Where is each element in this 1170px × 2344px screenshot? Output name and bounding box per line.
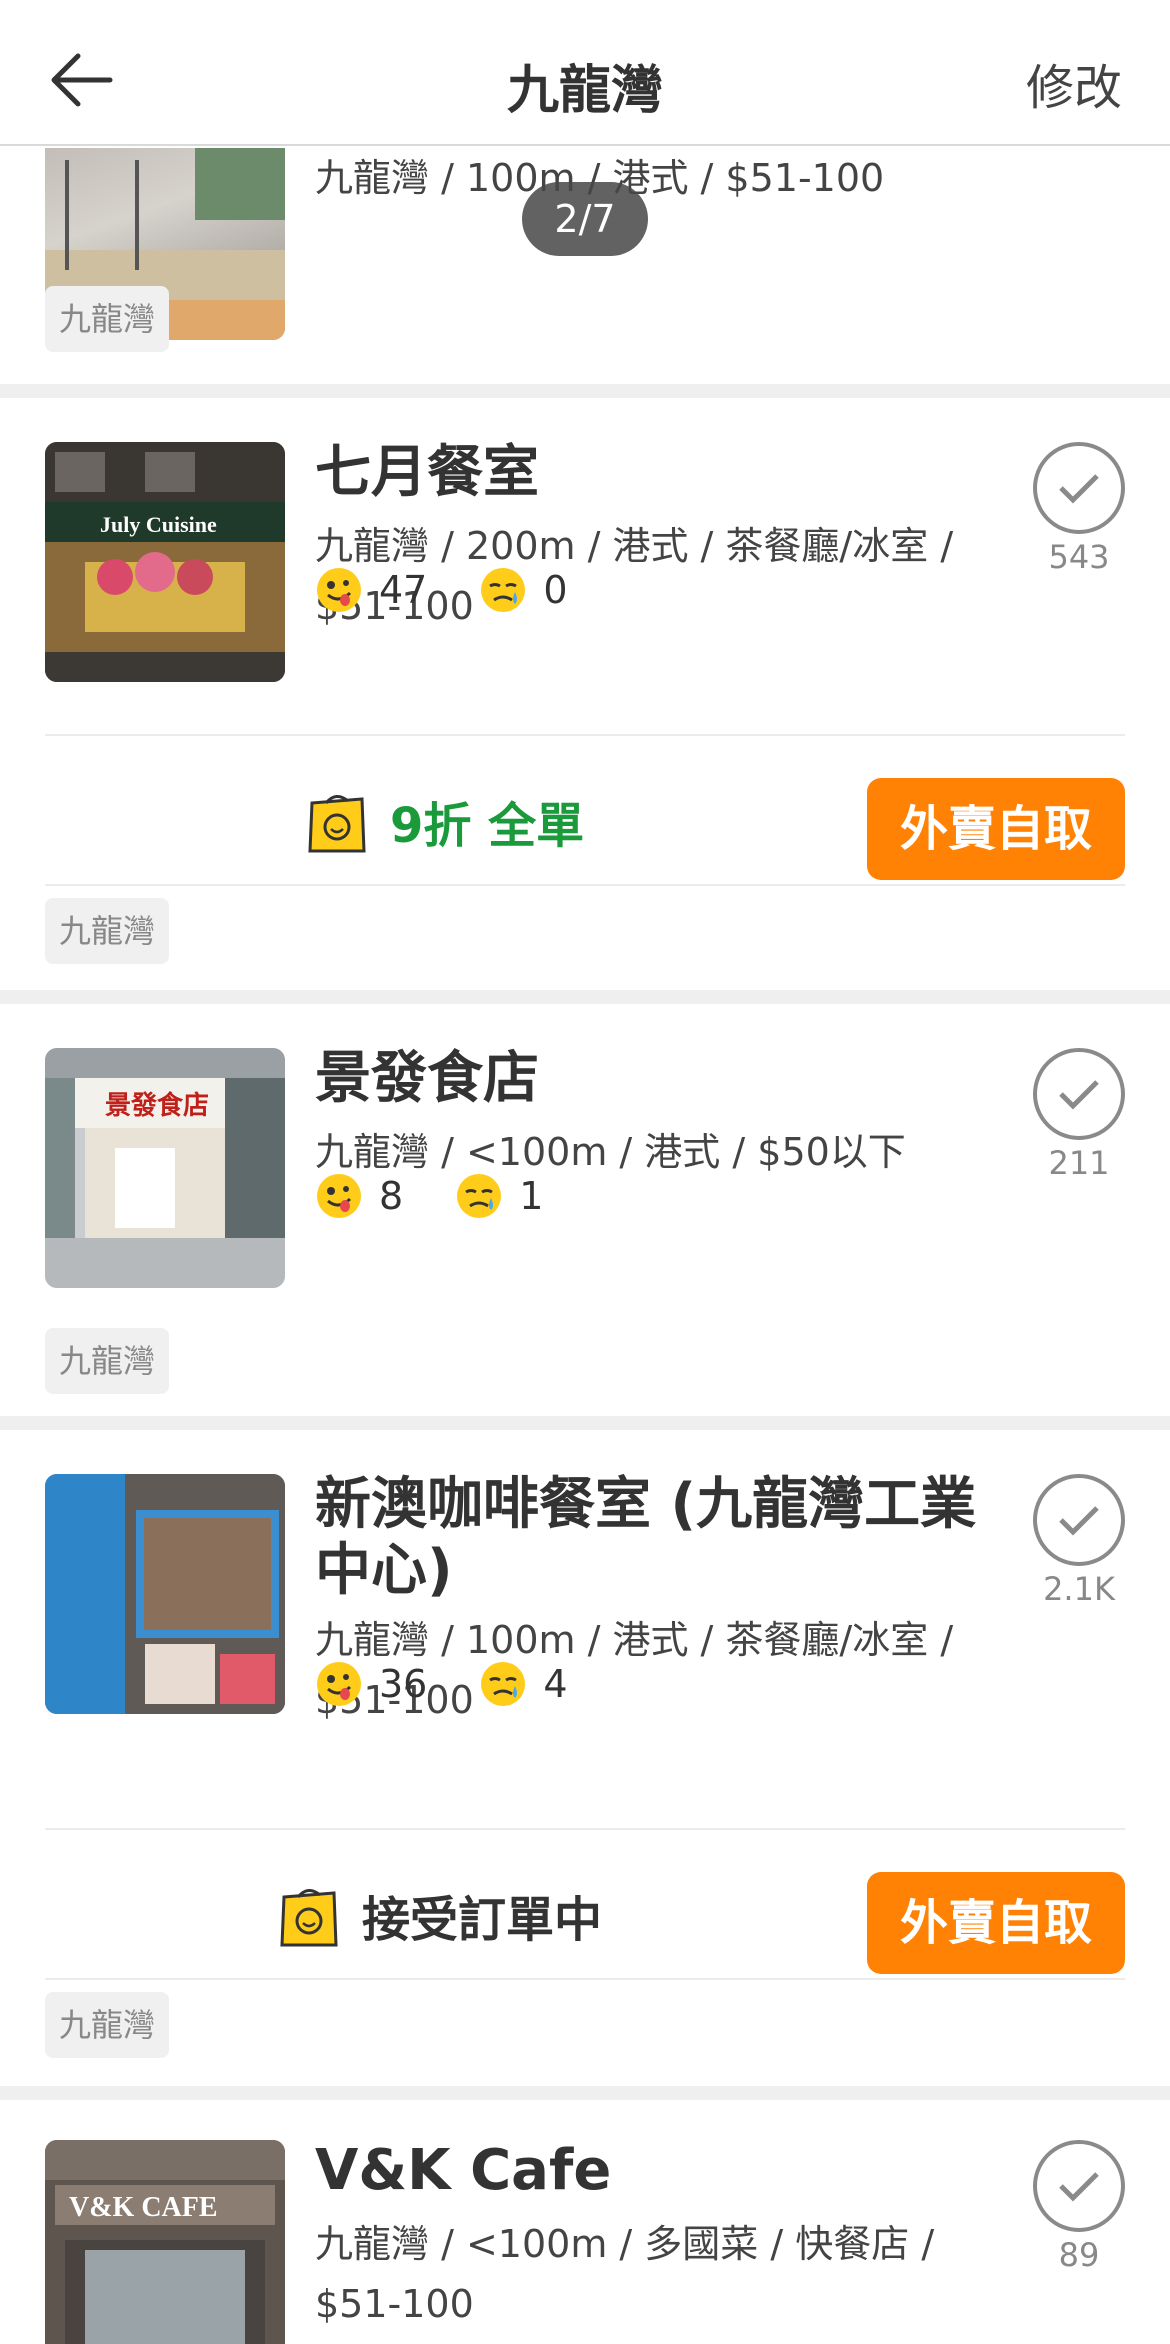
restaurant-name[interactable]: 新澳咖啡餐室 (九龍灣工業中心) xyxy=(315,1472,1015,1604)
divider xyxy=(45,884,1125,886)
restaurant-photo: 景發食店 xyxy=(45,1048,285,1288)
smile-face-icon xyxy=(317,1174,361,1218)
cry-count: 1 xyxy=(519,1174,544,1218)
cry-face-icon xyxy=(457,1174,502,1218)
promo-banner[interactable]: 9折 全單 xyxy=(306,786,584,856)
promo-banner[interactable]: 接受訂單中 xyxy=(278,1880,602,1950)
app-header: 九龍灣 修改 xyxy=(0,0,1170,146)
restaurant-photo: July Cuisine xyxy=(45,442,285,682)
restaurant-name[interactable]: 七月餐室 xyxy=(315,440,539,506)
card-separator xyxy=(0,1416,1170,1430)
restaurant-name[interactable]: V&K Cafe xyxy=(315,2138,611,2204)
check-icon xyxy=(1059,2172,1099,2202)
cry-face-icon xyxy=(481,1662,526,1706)
cry-face-icon xyxy=(481,568,526,612)
bookmark-button[interactable] xyxy=(1033,1048,1125,1140)
district-tag[interactable]: 九龍灣 xyxy=(45,286,170,352)
edit-button[interactable]: 修改 xyxy=(1026,48,1122,118)
restaurant-card[interactable]: July Cuisine 七月餐室 九龍灣 / 200m / 港式 / 茶餐廳/… xyxy=(0,398,1170,990)
district-tag[interactable]: 九龍灣 xyxy=(45,1992,170,2058)
photo-sign-text: 景發食店 xyxy=(105,1090,209,1121)
smile-count: 8 xyxy=(379,1174,404,1218)
restaurant-name[interactable]: 景發食店 xyxy=(315,1046,539,1112)
check-icon xyxy=(1059,1506,1099,1536)
bookmark-button[interactable] xyxy=(1033,1474,1125,1566)
restaurant-photo xyxy=(45,1474,285,1714)
page-indicator: 2/7 xyxy=(522,182,648,256)
restaurant-card[interactable]: 景發食店 景發食店 九龍灣 / <100m / 港式 / $50以下 8 1 2… xyxy=(0,1004,1170,1416)
card-separator xyxy=(0,2086,1170,2100)
smile-face-icon xyxy=(317,568,361,612)
card-separator xyxy=(0,384,1170,398)
smile-face-icon xyxy=(317,1662,361,1706)
restaurant-card[interactable]: V&K CAFE V&K Cafe 九龍灣 / <100m / 多國菜 / 快餐… xyxy=(0,2100,1170,2344)
district-tag[interactable]: 九龍灣 xyxy=(45,898,170,964)
takeaway-bag-icon xyxy=(308,795,366,853)
takeaway-button[interactable]: 外賣自取 xyxy=(867,778,1125,880)
promo-text: 9折 全單 xyxy=(390,798,585,854)
restaurant-meta: 九龍灣 / <100m / 多國菜 / 快餐店 / $51-100 xyxy=(315,2222,935,2326)
bookmark-count: 211 xyxy=(1048,1144,1110,1182)
divider xyxy=(45,734,1125,736)
bookmark-button[interactable] xyxy=(1033,2140,1125,2232)
bookmark-button[interactable] xyxy=(1033,442,1125,534)
bookmark-count: 2.1K xyxy=(1043,1570,1115,1608)
bookmark-count: 543 xyxy=(1048,538,1110,576)
rating-row: 47 0 xyxy=(315,566,620,614)
restaurant-list[interactable]: 九龍灣 / 100m / 港式 / $51-100 九龍灣 July Cuisi… xyxy=(0,148,1170,2344)
smile-count: 47 xyxy=(379,568,428,612)
check-icon xyxy=(1059,474,1099,504)
bookmark-count: 89 xyxy=(1058,2236,1100,2274)
card-separator xyxy=(0,990,1170,1004)
takeaway-bag-icon xyxy=(280,1889,338,1947)
rating-row: 8 1 xyxy=(315,1172,595,1220)
restaurant-meta: 九龍灣 / 100m / 港式 / $51-100 xyxy=(315,156,885,200)
restaurant-photo: V&K CAFE xyxy=(45,2140,285,2344)
restaurant-card[interactable]: 新澳咖啡餐室 (九龍灣工業中心) 九龍灣 / 100m / 港式 / 茶餐廳/冰… xyxy=(0,1430,1170,2086)
smile-count: 36 xyxy=(379,1662,428,1706)
divider xyxy=(45,1978,1125,1980)
district-tag[interactable]: 九龍灣 xyxy=(45,1328,170,1394)
divider xyxy=(45,1828,1125,1830)
cry-count: 0 xyxy=(543,568,568,612)
promo-text: 接受訂單中 xyxy=(362,1892,603,1948)
photo-sign-text: July Cuisine xyxy=(100,512,217,537)
rating-row: 36 4 xyxy=(315,1660,620,1708)
takeaway-button[interactable]: 外賣自取 xyxy=(867,1872,1125,1974)
page-title: 九龍灣 xyxy=(506,61,663,121)
check-icon xyxy=(1059,1080,1099,1110)
cry-count: 4 xyxy=(543,1662,568,1706)
photo-sign-text: V&K CAFE xyxy=(69,2192,218,2223)
